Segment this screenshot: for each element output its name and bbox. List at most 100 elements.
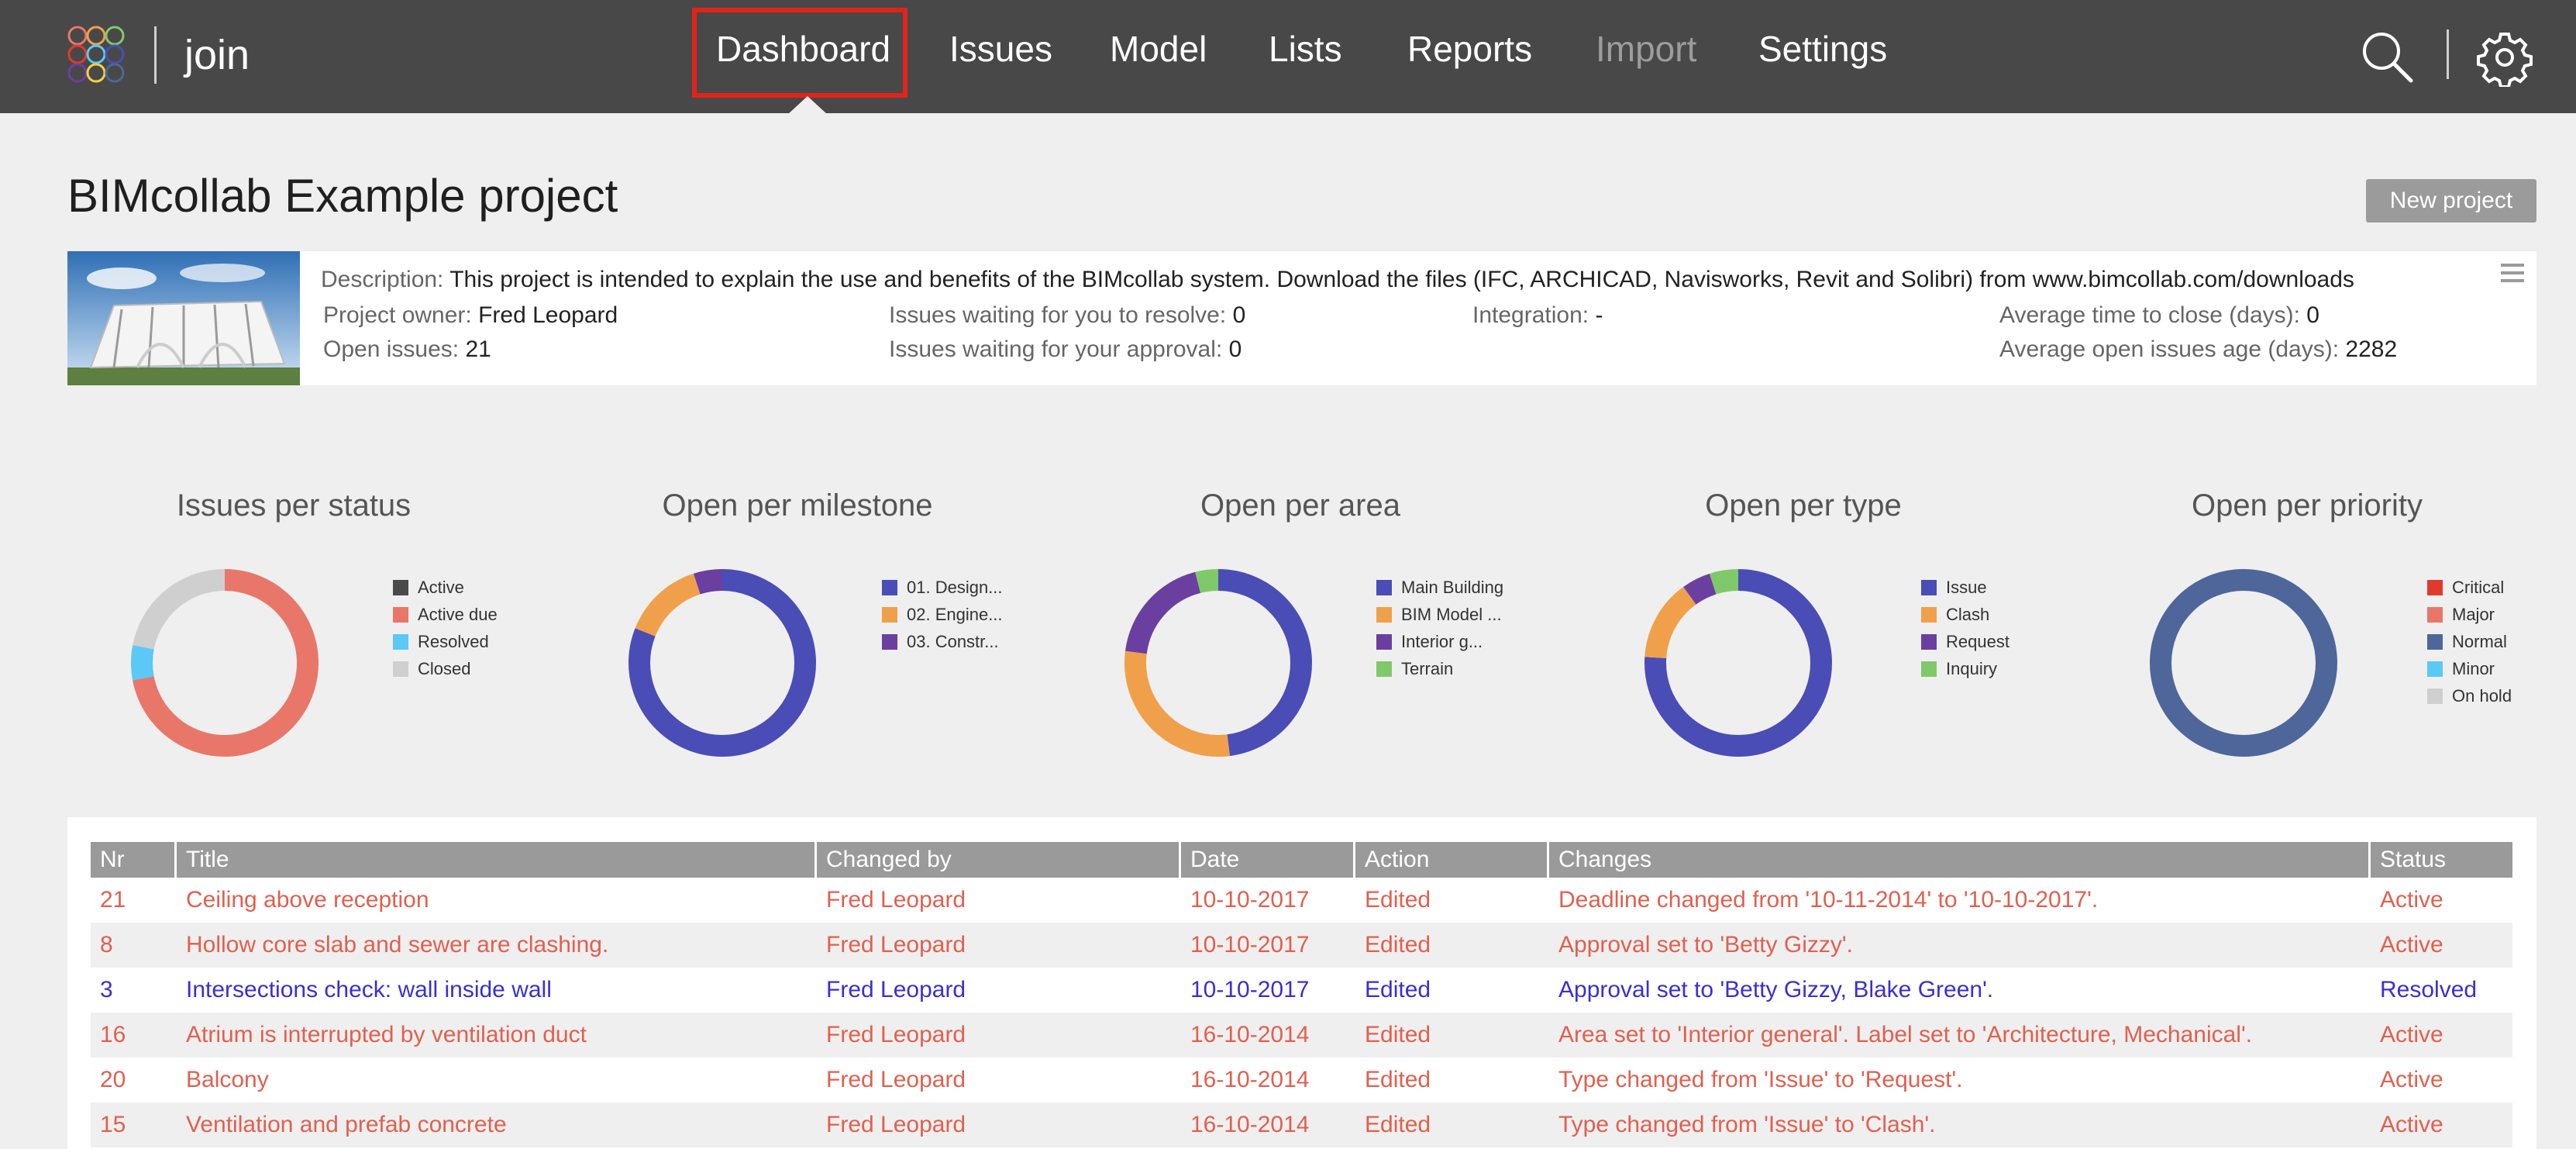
legend-item[interactable]: Request — [1921, 628, 2009, 655]
legend-item[interactable]: Active due — [393, 601, 498, 628]
cell-changed-by: Fred Leopard — [826, 977, 966, 1002]
donut-chart-issues-per-status[interactable] — [128, 566, 322, 760]
waiting-approval-label: Issues waiting for your approval: — [889, 336, 1223, 362]
table-header: Nr Title Changed by Date Action Changes Status — [91, 842, 2512, 878]
cell-title: Ventilation and prefab concrete — [186, 1112, 507, 1137]
nav-import[interactable]: Import — [1596, 28, 1696, 70]
legend-item[interactable]: Clash — [1921, 601, 2009, 628]
legend-item[interactable]: Resolved — [393, 628, 498, 655]
legend-item[interactable]: Major — [2427, 601, 2512, 628]
column-header-changed-by[interactable]: Changed by — [817, 842, 1179, 878]
legend-swatch — [1921, 661, 1937, 677]
avg-age-row: Average open issues age (days): 2282 — [1999, 336, 2397, 363]
donut-chart-open-per-type[interactable] — [1641, 566, 1835, 760]
nav-lists[interactable]: Lists — [1269, 28, 1342, 70]
cell-action: Edited — [1365, 1112, 1431, 1137]
chart-title-open-per-milestone: Open per milestone — [662, 488, 933, 523]
table-row[interactable]: 20 Balcony Fred Leopard 16-10-2014 Edited Typ… — [91, 1058, 2512, 1102]
nav-issues[interactable]: Issues — [949, 28, 1052, 70]
table-row[interactable]: 21 Ceiling above reception Fred Leopard 10-… — [91, 878, 2512, 923]
legend-item[interactable]: Terrain — [1376, 655, 1503, 682]
gear-icon[interactable] — [2475, 28, 2534, 87]
column-header-nr[interactable]: Nr — [91, 842, 174, 878]
app-name: join — [184, 32, 250, 78]
search-icon[interactable] — [2358, 28, 2417, 87]
avg-close-row: Average time to close (days): 0 — [1999, 302, 2319, 329]
integration-row: Integration: - — [1472, 302, 1603, 329]
legend-item[interactable]: Inquiry — [1921, 655, 2009, 682]
cell-action: Edited — [1365, 887, 1431, 913]
owner-label: Project owner: — [323, 302, 472, 328]
donut-chart-open-per-priority[interactable] — [2147, 566, 2340, 760]
legend-swatch — [2427, 661, 2443, 677]
legend-label: Issue — [1946, 577, 1987, 597]
table-row[interactable]: 16 Atrium is interrupted by ventilation d… — [91, 1013, 2512, 1058]
legend-label: Terrain — [1401, 658, 1454, 678]
legend-item[interactable]: Minor — [2427, 655, 2512, 682]
legend-item[interactable]: Interior g... — [1376, 628, 1503, 655]
cell-changes: Area set to 'Interior general'. Label se… — [1558, 1022, 2253, 1047]
chart-legend-open-per-type: Issue Clash Request Inquiry — [1921, 574, 2009, 682]
legend-item[interactable]: 03. Constr... — [882, 628, 1003, 655]
cell-title: Hollow core slab and sewer are clashing. — [186, 932, 609, 958]
app-logo-icon[interactable] — [65, 23, 127, 85]
legend-item[interactable]: Normal — [2427, 628, 2512, 655]
legend-label: Request — [1946, 631, 2009, 651]
new-project-button[interactable]: New project — [2366, 179, 2536, 223]
legend-item[interactable]: Closed — [393, 655, 498, 682]
legend-item[interactable]: 02. Engine... — [882, 601, 1003, 628]
column-header-title[interactable]: Title — [177, 842, 814, 878]
cell-date: 10-10-2017 — [1190, 887, 1310, 913]
donut-chart-open-per-area[interactable] — [1121, 566, 1315, 760]
cell-nr: 16 — [100, 1022, 126, 1047]
cell-changes: Deadline changed from '10-11-2014' to '1… — [1558, 887, 2099, 913]
legend-label: Interior g... — [1401, 631, 1483, 651]
chart-legend-open-per-area: Main Building BIM Model ... Interior g... T… — [1376, 574, 1503, 682]
legend-item[interactable]: Main Building — [1376, 574, 1503, 601]
column-header-status[interactable]: Status — [2371, 842, 2512, 878]
legend-item[interactable]: BIM Model ... — [1376, 601, 1503, 628]
waiting-approval-value: 0 — [1228, 336, 1242, 362]
legend-swatch — [1376, 661, 1392, 677]
table-row[interactable]: 3 Intersections check: wall inside wall Fr… — [91, 968, 2512, 1013]
menu-icon[interactable] — [2501, 262, 2524, 284]
column-header-date[interactable]: Date — [1181, 842, 1353, 878]
legend-swatch — [2427, 606, 2443, 623]
cell-changed-by: Fred Leopard — [826, 887, 966, 913]
legend-swatch — [1921, 606, 1937, 623]
legend-item[interactable]: Active — [393, 574, 498, 601]
column-header-changes[interactable]: Changes — [1549, 842, 2368, 878]
legend-item[interactable]: Issue — [1921, 574, 2009, 601]
legend-label: BIM Model ... — [1401, 604, 1502, 624]
cell-status: Active — [2380, 1112, 2443, 1137]
table-row[interactable]: 8 Hollow core slab and sewer are clashing… — [91, 923, 2512, 968]
cell-date: 16-10-2014 — [1190, 1112, 1310, 1137]
table-row[interactable]: 15 Ventilation and prefab concrete Fred Le… — [91, 1102, 2512, 1147]
legend-swatch — [882, 606, 897, 623]
cell-changed-by: Fred Leopard — [826, 1112, 966, 1137]
cell-nr: 15 — [100, 1112, 126, 1137]
legend-label: Active — [418, 577, 464, 597]
nav-settings[interactable]: Settings — [1758, 28, 1887, 70]
cell-nr: 21 — [100, 887, 126, 913]
cell-changes: Approval set to 'Betty Gizzy'. — [1558, 932, 1853, 958]
donut-slice-normal[interactable] — [2150, 569, 2337, 757]
cell-date: 16-10-2014 — [1190, 1022, 1310, 1047]
legend-item[interactable]: On hold — [2427, 682, 2512, 709]
nav-model[interactable]: Model — [1110, 28, 1207, 70]
legend-item[interactable]: 01. Design... — [882, 574, 1003, 601]
avg-age-value: 2282 — [2345, 336, 2398, 362]
donut-chart-open-per-milestone[interactable] — [625, 566, 819, 760]
cell-action: Edited — [1365, 932, 1431, 958]
page-title: BIMcollab Example project — [67, 170, 618, 222]
legend-item[interactable]: Critical — [2427, 574, 2512, 601]
chart-legend-open-per-priority: Critical Major Normal Minor On hold — [2427, 574, 2512, 709]
cell-action: Edited — [1365, 977, 1431, 1002]
legend-label: Resolved — [418, 631, 489, 651]
legend-swatch — [393, 579, 408, 595]
legend-label: On hold — [2452, 685, 2512, 706]
column-header-action[interactable]: Action — [1355, 842, 1547, 878]
nav-reports[interactable]: Reports — [1407, 28, 1532, 70]
legend-label: Major — [2452, 604, 2495, 624]
cell-title: Intersections check: wall inside wall — [186, 977, 552, 1002]
